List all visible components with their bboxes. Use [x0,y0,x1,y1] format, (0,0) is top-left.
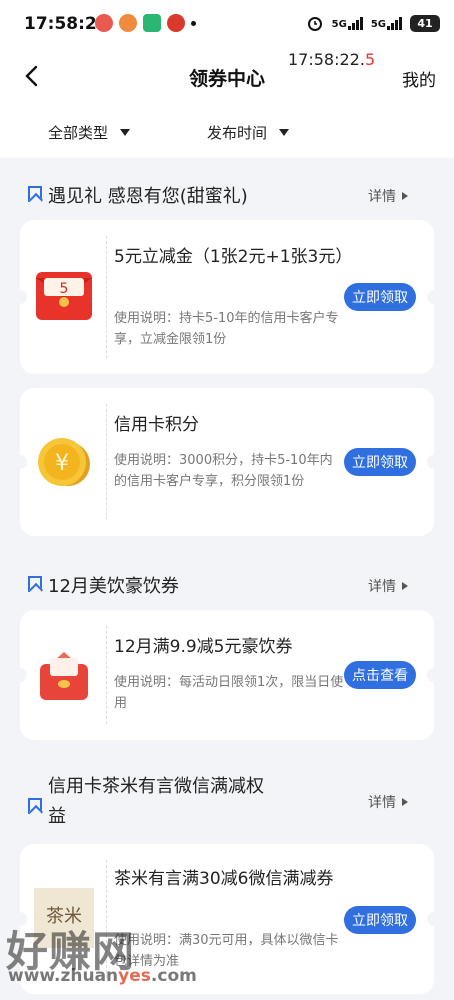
app-notification-icon [119,14,137,32]
section-title-text: 12月美饮豪饮券 [48,576,179,597]
red-coupon-icon [40,652,88,700]
card-divider [106,404,107,520]
section-detail-link[interactable]: 详情 [368,186,408,206]
notification-icons [95,14,196,32]
card-notch [427,912,441,926]
app-notification-icon [167,14,185,32]
coin-symbol: ¥ [55,451,69,476]
claim-button[interactable]: 立即领取 [344,906,416,934]
coupon-card: ¥ 信用卡积分 使用说明：3000积分，持卡5-10年内的信用卡客户专享，积分限… [13,388,441,536]
live-clock: 17:58:22.5 [288,50,375,69]
status-right: 5G 5G 41 [306,14,440,32]
triangle-right-icon [402,582,408,590]
red-envelope-icon: 5 [36,272,92,320]
section-detail-link[interactable]: 详情 [368,792,408,812]
envelope-amount: 5 [60,281,69,297]
detail-label: 详情 [368,579,396,595]
page-title: 领券中心 [188,68,265,90]
status-bar: 17:58:23 5G 5G 41 [0,0,454,48]
section-title-text: 信用卡茶米有言微信满减权益 [48,776,264,827]
coupon-title: 12月满9.9减5元豪饮券 [114,637,293,657]
caret-down-icon [279,129,290,136]
url-part: .com [150,966,197,986]
bookmark-icon [28,186,42,202]
claim-button[interactable]: 立即领取 [344,448,416,476]
battery-icon: 41 [410,14,440,32]
bookmark-icon [28,576,42,592]
detail-label: 详情 [368,795,396,811]
bookmark-icon [28,798,42,814]
card-notch [427,668,441,682]
card-notch [427,290,441,304]
section-title: 12月美饮豪饮券 [28,572,179,598]
page-header: 领券中心 17:58:22.5 我的 [0,48,454,108]
mine-link[interactable]: 我的 [402,66,436,91]
coupon-section: 12月美饮豪饮券 详情 12月满9.9减5元豪饮券 使用说明：每活动日限领1次，… [0,548,454,748]
coupon-title: 5元立减金（1张2元+1张3元） [114,247,353,267]
section-title-text: 遇见礼 感恩有您(甜蜜礼) [48,186,248,207]
coupon-desc: 使用说明：持卡5-10年的信用卡客户专享，立减金限领1份 [114,311,339,347]
card-divider [106,626,107,724]
card-divider [106,236,107,358]
coupon-title: 茶米有言满30减6微信满减券 [114,869,334,889]
card-notch [13,290,27,304]
time-filter-label: 发布时间 [207,124,268,142]
section-title: 遇见礼 感恩有您(甜蜜礼) [28,182,248,208]
coupon-card: 12月满9.9减5元豪饮券 使用说明：每活动日限领1次，限当日使用 点击查看 [13,610,441,740]
card-notch [427,455,441,469]
type-filter-label: 全部类型 [48,124,109,142]
signal-icon: 5G [331,16,363,30]
claim-button[interactable]: 立即领取 [344,283,416,311]
type-filter-dropdown[interactable]: 全部类型 [48,122,131,143]
caret-down-icon [120,129,131,136]
site-watermark-url: www.zhuanyes.com [8,966,197,986]
coupon-desc: 使用说明：每活动日限领1次，限当日使用 [114,675,344,711]
filter-bar: 全部类型 发布时间 [0,108,454,158]
alarm-icon [307,17,322,31]
view-button[interactable]: 点击查看 [344,661,416,689]
shield-icon [143,14,161,32]
url-part: www.zhuan [8,966,119,986]
url-part: yes [118,966,151,986]
gold-coin-icon: ¥ [38,438,90,486]
triangle-right-icon [402,798,408,806]
section-title: 信用卡茶米有言微信满减权益 [28,772,278,832]
card-notch [13,668,27,682]
clock-tenth: 5 [364,50,376,69]
more-dot-icon [191,20,196,26]
detail-label: 详情 [368,189,396,205]
card-notch [13,455,27,469]
coupon-desc: 使用说明：3000积分，持卡5-10年内的信用卡客户专享，积分限领1份 [114,453,333,489]
app-notification-icon [95,14,113,32]
network-type: 5G [370,18,386,30]
network-type: 5G [331,18,347,30]
time-filter-dropdown[interactable]: 发布时间 [207,122,290,143]
section-detail-link[interactable]: 详情 [368,576,408,596]
clock-main: 17:58:22. [288,50,365,69]
coupon-card: 5 5元立减金（1张2元+1张3元） 使用说明：持卡5-10年的信用卡客户专享，… [13,220,441,374]
triangle-right-icon [402,192,408,200]
coupon-title: 信用卡积分 [114,415,199,435]
signal-icon: 5G [370,16,402,30]
